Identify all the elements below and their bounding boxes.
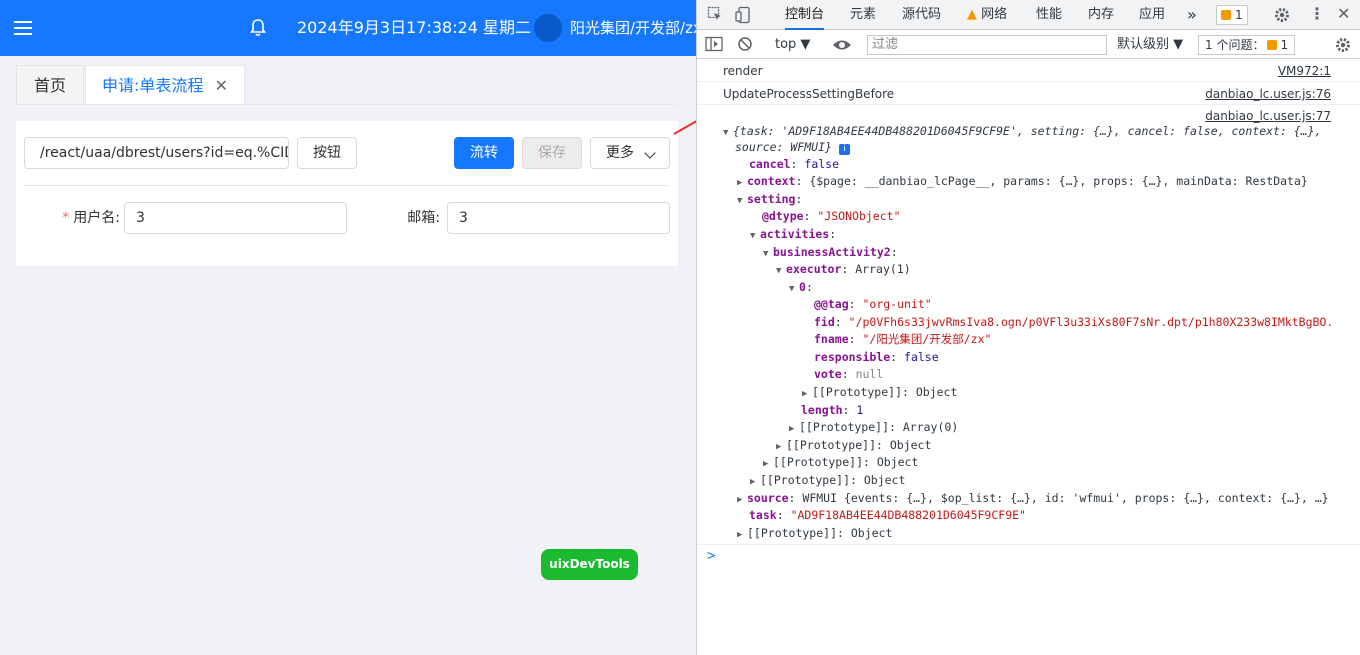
email-field[interactable]: 3 — [447, 202, 670, 234]
console-settings-icon[interactable] — [1334, 36, 1352, 54]
flow-button[interactable]: 流转 — [454, 137, 514, 169]
tree-row[interactable]: ▼ 0: — [789, 279, 813, 297]
tree-row[interactable]: ▶ context: {$page: __danbiao_lcPage__, pa… — [737, 173, 1308, 191]
tree-row[interactable]: ▶ [[Prototype]]: Array(0) — [789, 419, 958, 437]
more-tabs-icon[interactable]: » — [1187, 0, 1197, 30]
tree-row: responsible: false — [814, 350, 939, 364]
clear-console-icon[interactable] — [737, 36, 753, 52]
tree-row: @dtype: "JSONObject" — [762, 209, 901, 223]
save-button: 保存 — [522, 137, 582, 169]
tab-memory[interactable]: 内存 — [1088, 0, 1114, 30]
sidebar-toggle-icon[interactable] — [705, 36, 723, 52]
log-message: render — [723, 64, 763, 78]
header-datetime: 2024年9月3日17:38:24 星期二 — [297, 18, 532, 37]
chevron-down-icon — [644, 147, 656, 159]
tree-row: fid: "/p0VFh6s33jwvRmsIva8.ogn/p0VFl3u33… — [814, 315, 1334, 329]
inspect-icon[interactable] — [707, 6, 723, 22]
username-label-text: 用户名: — [73, 210, 120, 226]
tab-performance[interactable]: 性能 — [1036, 0, 1062, 30]
header-username[interactable]: 阳光集团/开发部/zx — [570, 18, 702, 38]
tree-row[interactable]: ▼ executor: Array(1) — [776, 261, 911, 279]
tab-home[interactable]: 首页 — [16, 65, 84, 105]
form-divider — [24, 185, 670, 186]
eye-icon[interactable] — [832, 38, 852, 52]
log-message: UpdateProcessSettingBefore — [723, 87, 895, 101]
tree-row: vote: null — [814, 367, 884, 381]
console-prompt-icon[interactable]: > — [707, 548, 715, 564]
warning-count: 1 — [1235, 8, 1243, 22]
url-input[interactable]: /react/uaa/dbrest/users?id=eq.%CID% — [24, 137, 289, 169]
more-button-label: 更多 — [606, 145, 634, 161]
tree-row[interactable]: ▼ activities: — [750, 226, 836, 244]
tree-row[interactable]: ▶ [[Prototype]]: Object — [750, 472, 905, 490]
device-toolbar-icon[interactable] — [735, 6, 753, 24]
tree-row[interactable]: ▼ setting: — [737, 191, 802, 209]
top-header: 2024年9月3日17:38:24 星期二 阳光集团/开发部/zx — [0, 0, 702, 56]
devtools-tabbar: 控制台 元素 源代码 ▲ 网络 性能 内存 应用 » 1 ⋮ ✕ — [697, 0, 1360, 30]
tree-row: @@tag: "org-unit" — [814, 297, 932, 311]
tree-row[interactable]: ▶ [[Prototype]]: Object — [802, 384, 957, 402]
tab-application[interactable]: 应用 — [1139, 0, 1165, 30]
devtools-panel: 控制台 元素 源代码 ▲ 网络 性能 内存 应用 » 1 ⋮ ✕ top ▼ 过… — [696, 0, 1360, 655]
tree-row: length: 1 — [801, 403, 864, 417]
tree-row[interactable]: ▶ [[Prototype]]: Object — [737, 525, 892, 543]
warning-icon: ▲ — [967, 7, 977, 22]
username-field[interactable]: 3 — [124, 202, 347, 234]
tab-elements[interactable]: 元素 — [850, 0, 876, 30]
uix-devtools-button[interactable]: uixDevTools — [541, 549, 638, 580]
tab-network[interactable]: ▲ 网络 — [967, 0, 1007, 30]
button-button[interactable]: 按钮 — [297, 137, 357, 169]
tab-network-label: 网络 — [981, 7, 1008, 22]
username-label: * 用户名: — [56, 202, 120, 234]
tab-apply-flow[interactable]: 申请:单表流程 ✕ — [85, 65, 245, 105]
bell-icon[interactable] — [249, 18, 267, 38]
issues-button[interactable]: 1 个问题： 1 — [1198, 35, 1296, 55]
issues-text: 1 个问题： — [1205, 38, 1265, 52]
tree-root-cont: source: WFMUI} i — [735, 139, 850, 157]
tab-sources[interactable]: 源代码 — [902, 0, 941, 30]
email-label: 邮箱: — [407, 210, 440, 226]
tree-row[interactable]: ▶ source: WFMUI {events: {…}, $op_list: {… — [737, 490, 1329, 508]
tabs-divider — [16, 104, 676, 105]
tree-root[interactable]: ▼ {task: 'AD9F18AB4EE44DB488201D6045F9CF9… — [723, 123, 1322, 141]
tree-row[interactable]: ▼ businessActivity2: — [763, 244, 898, 262]
close-icon[interactable]: ✕ — [215, 66, 228, 106]
log-source-link[interactable]: danbiao_lc.user.js:76 — [1205, 84, 1331, 104]
more-button[interactable]: 更多 — [590, 137, 670, 169]
avatar[interactable] — [534, 14, 562, 42]
tree-row: cancel: false — [749, 157, 840, 171]
app-page: 2024年9月3日17:38:24 星期二 阳光集团/开发部/zx 首页 申请:… — [0, 0, 702, 655]
tab-console[interactable]: 控制台 — [785, 0, 825, 30]
log-source-link[interactable]: VM972:1 — [1278, 61, 1331, 81]
tab-apply-flow-label: 申请:单表流程 — [102, 76, 204, 95]
console-output: render VM972:1 UpdateProcessSettingBefor… — [697, 60, 1360, 655]
close-devtools-icon[interactable]: ✕ — [1337, 5, 1350, 23]
kebab-menu-icon[interactable]: ⋮ — [1309, 5, 1325, 23]
issues-count: 1 — [1280, 38, 1289, 52]
tree-row: fname: "/阳光集团/开发部/zx" — [814, 332, 992, 346]
form-card: /react/uaa/dbrest/users?id=eq.%CID% 按钮 流… — [16, 121, 678, 266]
log-level-select[interactable]: 默认级别 ▼ — [1117, 35, 1183, 55]
tree-row: task: "AD9F18AB4EE44DB488201D6045F9CF9E" — [749, 508, 1026, 522]
tree-row[interactable]: ▶ [[Prototype]]: Object — [776, 437, 931, 455]
console-toolbar: top ▼ 过滤 默认级别 ▼ 1 个问题： 1 — [697, 30, 1360, 59]
warning-badge[interactable]: 1 — [1216, 5, 1248, 25]
settings-gear-icon[interactable] — [1273, 6, 1291, 24]
required-mark: * — [62, 210, 70, 226]
info-icon[interactable]: i — [838, 144, 850, 155]
filter-input[interactable]: 过滤 — [867, 35, 1107, 55]
context-select[interactable]: top ▼ — [775, 35, 810, 55]
tree-row[interactable]: ▶ [[Prototype]]: Object — [763, 454, 918, 472]
menu-icon[interactable] — [14, 18, 36, 38]
